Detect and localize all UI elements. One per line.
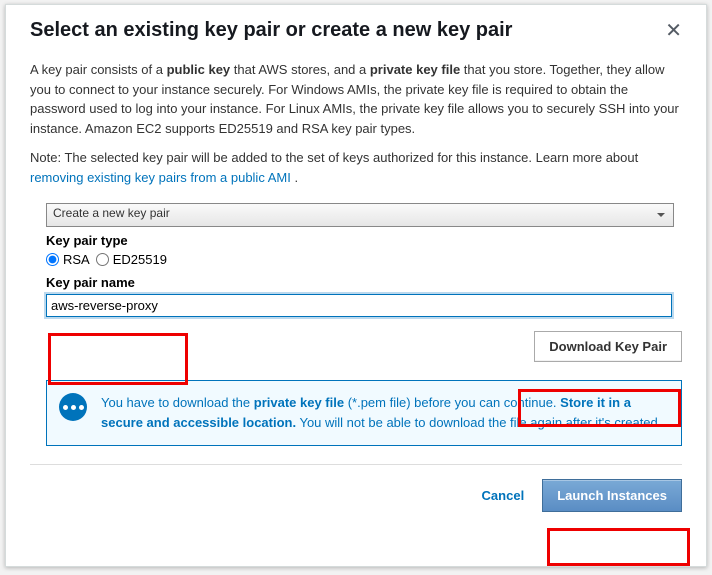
radio-rsa-label: RSA (63, 252, 90, 267)
radio-ed25519[interactable]: ED25519 (96, 252, 167, 267)
text: . (291, 170, 298, 185)
modal-title: Select an existing key pair or create a … (30, 19, 512, 42)
download-key-pair-button[interactable]: Download Key Pair (534, 331, 682, 362)
text: A key pair consists of a (30, 62, 167, 77)
radio-ed25519-input[interactable] (96, 253, 109, 266)
modal-body: A key pair consists of a public key that… (6, 48, 706, 187)
radio-ed25519-label: ED25519 (113, 252, 167, 267)
text-bold: public key (167, 62, 231, 77)
text: You will not be able to download the fil… (296, 415, 661, 430)
radio-rsa[interactable]: RSA (46, 252, 90, 267)
text: Note: The selected key pair will be adde… (30, 150, 638, 165)
radio-rsa-input[interactable] (46, 253, 59, 266)
key-pair-name-label: Key pair name (46, 275, 135, 290)
modal-footer: Cancel Launch Instances (30, 464, 682, 512)
info-alert: You have to download the private key fil… (46, 380, 682, 446)
text: (*.pem file) before you can continue. (344, 395, 560, 410)
modal-dialog: Select an existing key pair or create a … (5, 4, 707, 567)
modal-header: Select an existing key pair or create a … (6, 5, 706, 48)
text-bold: private key file (370, 62, 460, 77)
highlight-launch-button (547, 528, 690, 566)
text-bold: private key file (254, 395, 344, 410)
form-area: Create a new key pair Key pair type RSA … (6, 197, 706, 446)
cancel-button[interactable]: Cancel (482, 488, 525, 503)
key-pair-type-label: Key pair type (46, 233, 682, 248)
remove-keys-link[interactable]: removing existing key pairs from a publi… (30, 170, 291, 185)
key-pair-action-select[interactable]: Create a new key pair (46, 203, 674, 227)
text: You have to download the (101, 395, 254, 410)
download-row: Download Key Pair (46, 331, 682, 362)
key-pair-name-input[interactable] (46, 294, 672, 317)
launch-instances-button[interactable]: Launch Instances (542, 479, 682, 512)
select-value: Create a new key pair (53, 206, 170, 220)
close-icon[interactable]: ✕ (665, 21, 682, 41)
text: that AWS stores, and a (230, 62, 370, 77)
key-pair-type-radios: RSA ED25519 (46, 252, 682, 267)
description-paragraph-1: A key pair consists of a public key that… (30, 60, 682, 138)
info-icon (59, 393, 87, 421)
description-paragraph-2: Note: The selected key pair will be adde… (30, 148, 682, 187)
